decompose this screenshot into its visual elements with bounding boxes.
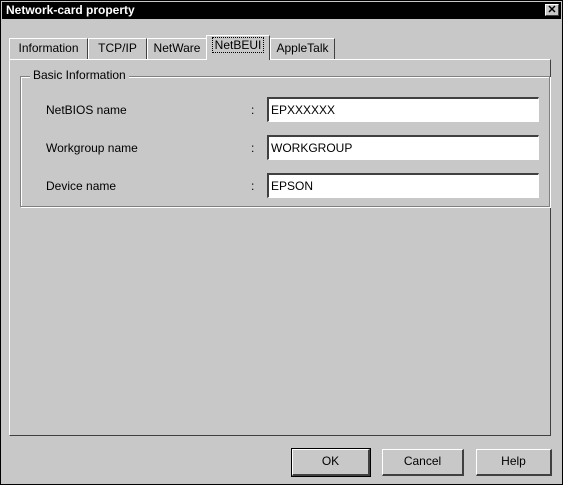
tab-label: AppleTalk: [276, 41, 329, 55]
netbios-name-colon: :: [251, 103, 255, 117]
netbios-name-input[interactable]: [267, 97, 539, 122]
close-icon[interactable]: ✕: [545, 4, 559, 16]
tab-tcpip[interactable]: TCP/IP: [88, 38, 147, 59]
tab-information[interactable]: Information: [9, 38, 88, 59]
tab-label: Information: [18, 41, 79, 55]
netbios-name-label: NetBIOS name: [46, 103, 127, 117]
workgroup-name-label: Workgroup name: [46, 141, 138, 155]
device-name-label: Device name: [46, 179, 117, 193]
title-bar[interactable]: Network-card property ✕: [2, 2, 561, 19]
tab-label: NetWare: [153, 41, 201, 55]
tab-netware[interactable]: NetWare: [147, 38, 207, 59]
ok-button[interactable]: OK: [291, 448, 371, 477]
tab-label: TCP/IP: [98, 41, 137, 55]
workgroup-name-input[interactable]: [267, 135, 539, 160]
device-name-input[interactable]: [267, 173, 539, 198]
workgroup-name-colon: :: [251, 141, 255, 155]
group-title: Basic Information: [30, 68, 129, 82]
cancel-button[interactable]: Cancel: [382, 449, 464, 476]
tab-netbeui[interactable]: NetBEUI: [206, 35, 270, 60]
device-name-colon: :: [251, 179, 255, 193]
tab-appletalk[interactable]: AppleTalk: [270, 38, 335, 59]
help-button[interactable]: Help: [476, 449, 552, 476]
tab-label: NetBEUI: [211, 37, 265, 53]
window-title: Network-card property: [6, 3, 135, 17]
